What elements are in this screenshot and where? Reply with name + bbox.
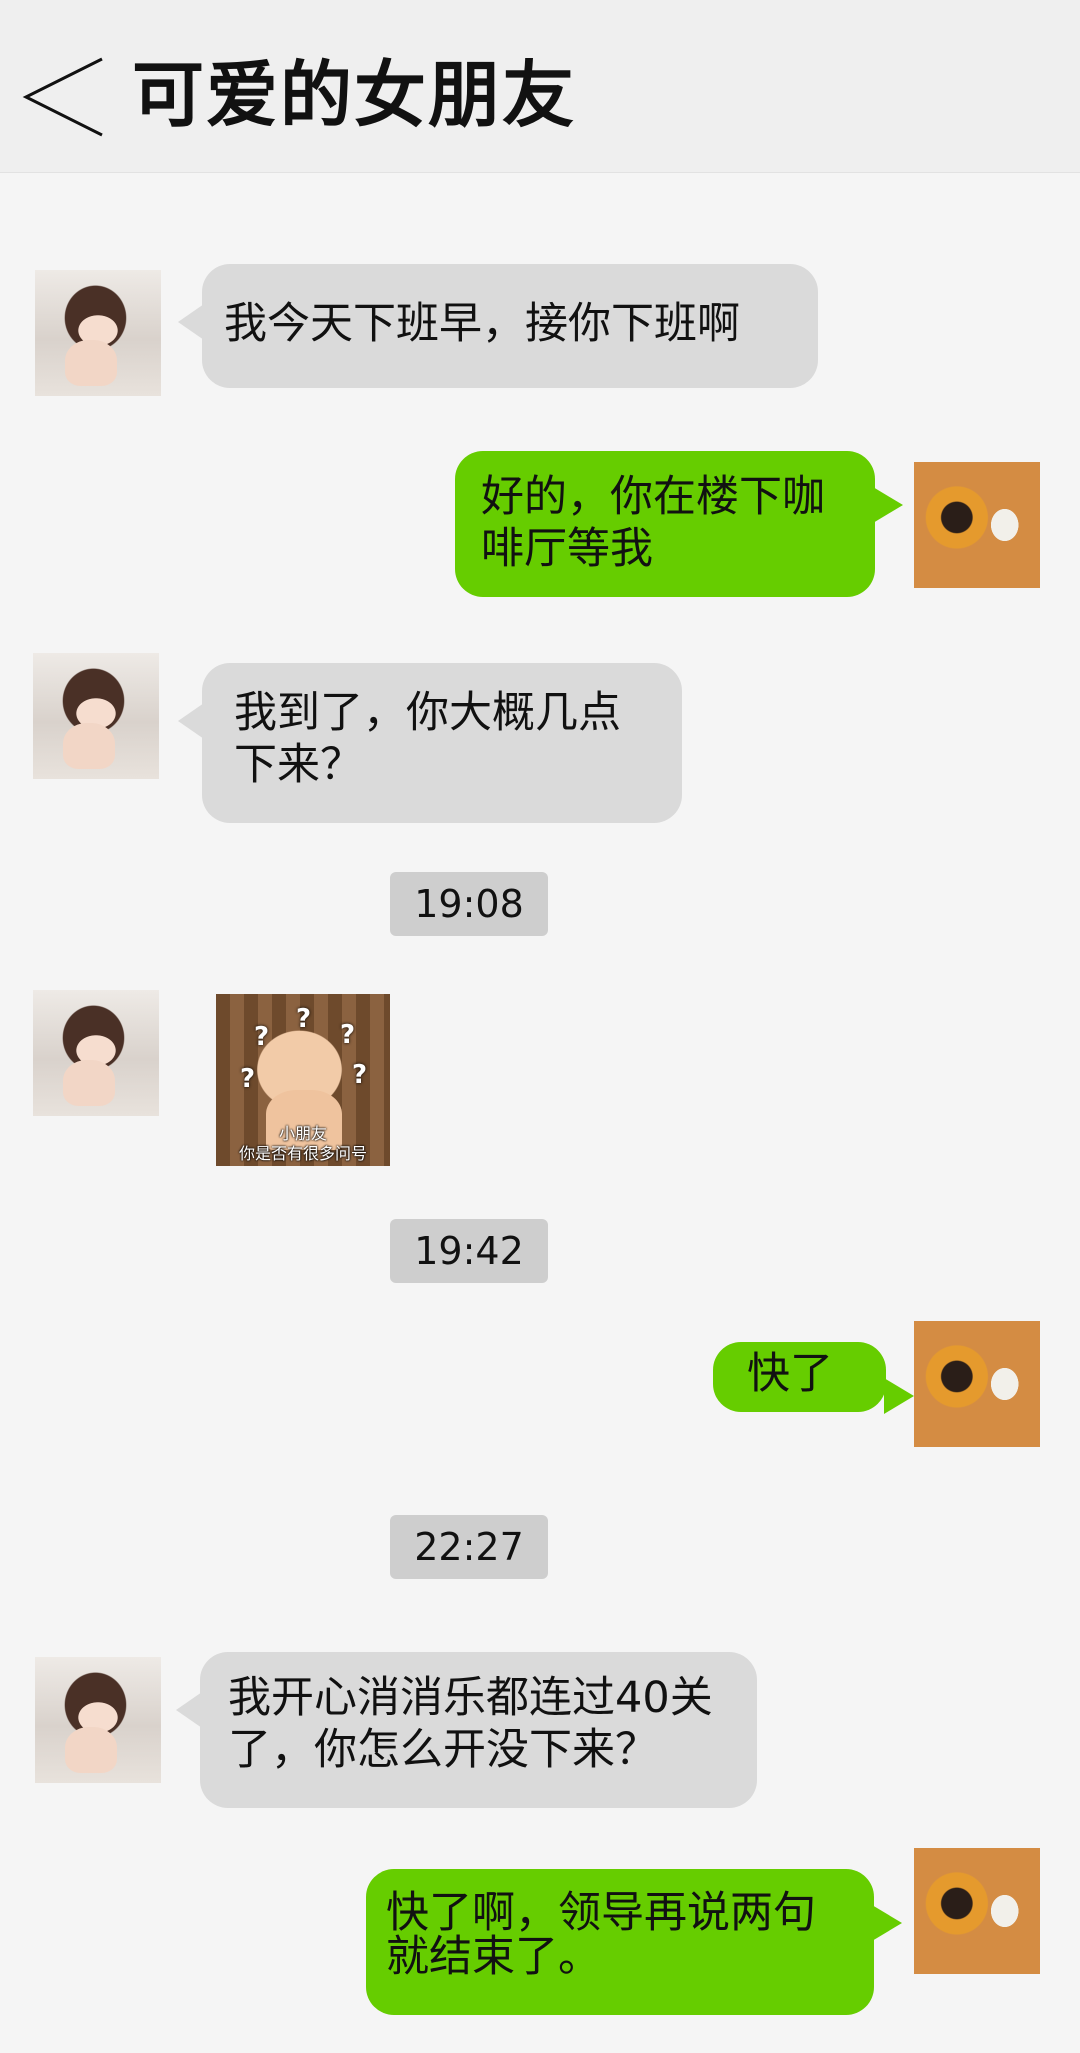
message-text: 好的，你在楼下咖啡厅等我 <box>481 472 825 574</box>
outgoing-message-bubble[interactable]: 好的，你在楼下咖啡厅等我 <box>455 451 903 597</box>
message-text: 我开心消消乐都连过40关了，你怎么开没下来？ <box>228 1673 713 1775</box>
self-avatar[interactable] <box>914 462 1040 588</box>
message-text: 我今天下班早，接你下班啊 <box>224 299 740 349</box>
incoming-message-bubble[interactable]: 我今天下班早，接你下班啊 <box>178 264 818 388</box>
chat-title: 可爱的女朋友 <box>132 53 577 137</box>
chevron-left-icon[interactable] <box>20 55 110 139</box>
timestamp: 19:42 <box>390 1219 548 1283</box>
contact-avatar[interactable] <box>35 270 161 396</box>
contact-avatar[interactable] <box>33 990 159 1116</box>
sticker-caption: 你是否有很多问号 <box>238 1144 367 1163</box>
sticker-image[interactable]: ? ? ? ? ? 小朋友 你是否有很多问号 <box>216 994 390 1166</box>
timestamp: 19:08 <box>390 872 548 936</box>
incoming-message-bubble[interactable]: 我到了，你大概几点下来？ <box>178 663 682 823</box>
contact-avatar[interactable] <box>33 653 159 779</box>
timestamp: 22:27 <box>390 1515 548 1579</box>
incoming-message-bubble[interactable]: 我开心消消乐都连过40关了，你怎么开没下来？ <box>176 1652 757 1808</box>
message-text: 我到了，你大概几点下来？ <box>234 688 621 790</box>
contact-avatar[interactable] <box>35 1657 161 1783</box>
outgoing-message-bubble[interactable]: 快了啊，领导再说两句就结束了。 <box>366 1869 902 2015</box>
message-text: 快了 <box>747 1349 833 1399</box>
message-text: 快了啊，领导再说两句就结束了。 <box>386 1888 816 1982</box>
outgoing-message-bubble[interactable]: 快了 <box>713 1342 914 1414</box>
self-avatar[interactable] <box>914 1848 1040 1974</box>
sticker-caption: 小朋友 <box>278 1124 327 1143</box>
self-avatar[interactable] <box>914 1321 1040 1447</box>
chat-header: 可爱的女朋友 <box>0 0 1080 173</box>
